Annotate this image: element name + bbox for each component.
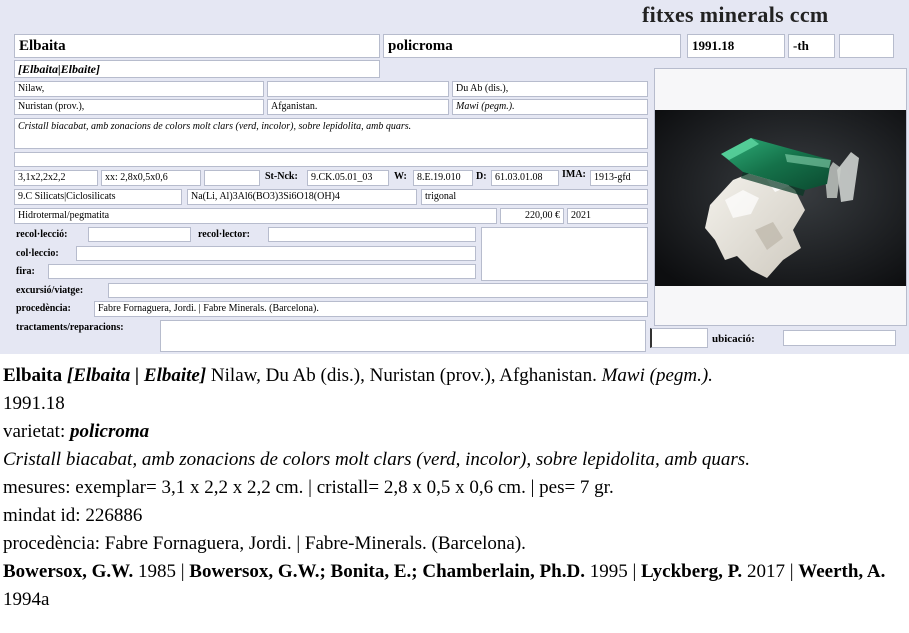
recol-lector-label: recol·lector: — [198, 229, 251, 240]
specimen-summary: Elbaita [Elbaita | Elbaite] Nilaw, Du Ab… — [3, 362, 903, 614]
deposit-field[interactable]: Mawi (pegm.). — [452, 99, 648, 115]
ref-separator: | — [627, 561, 642, 582]
ima-label: IMA: — [562, 169, 586, 180]
ref-author: Bowersox, G.W.; Bonita, E.; Chamberlain,… — [189, 561, 585, 582]
fira-label: fira: — [16, 266, 35, 277]
summary-description: Cristall biacabat, amb zonacions de colo… — [3, 449, 750, 470]
summary-locality: Nilaw, Du Ab (dis.), Nuristan (prov.), A… — [206, 365, 602, 386]
specimen-photo — [654, 68, 907, 326]
summary-procedencia: procedència: Fabre Fornaguera, Jordi. | … — [3, 533, 526, 554]
summary-synonyms: [Elbaita | Elbaite] — [66, 365, 207, 386]
classification-field[interactable]: 9.C Silicats|Ciclosilicats — [14, 189, 182, 205]
summary-mindat: mindat id: 226886 — [3, 505, 143, 526]
locality-field-2[interactable] — [267, 81, 449, 97]
variety-field[interactable]: policroma — [383, 34, 681, 58]
w-label: W: — [394, 171, 407, 182]
tractaments-label: tractaments/reparacions: — [16, 322, 124, 333]
summary-variety: policroma — [70, 421, 150, 442]
blank-row-field[interactable] — [14, 152, 648, 167]
country-field[interactable]: Afganistan. — [267, 99, 449, 115]
procedencia-label: procedència: — [16, 303, 71, 314]
summary-code: 1991.18 — [3, 393, 65, 414]
summary-line-1: Elbaita [Elbaita | Elbaite] Nilaw, Du Ab… — [3, 362, 903, 390]
ref-author: Weerth, A. — [798, 561, 886, 582]
ref-year: 1994a — [3, 589, 50, 610]
brand-title: fitxes minerals ccm — [642, 2, 829, 27]
mineral-record-form: fitxes minerals ccm Elbaita policroma 19… — [0, 0, 909, 354]
w-field[interactable]: 8.E.19.010 — [413, 170, 473, 186]
notes-box[interactable] — [481, 227, 648, 281]
excursio-label: excursió/viatge: — [16, 285, 84, 296]
district-field[interactable]: Du Ab (dis.), — [452, 81, 648, 97]
price-field[interactable]: 220,00 € — [500, 208, 564, 224]
locality-field-1[interactable]: Nilaw, — [14, 81, 264, 97]
summary-name: Elbaita — [3, 365, 63, 386]
size-field[interactable]: 3,1x2,2x2,2 — [14, 170, 98, 186]
ref-separator: | — [784, 561, 799, 582]
summary-variety-line: varietat: policroma — [3, 418, 903, 446]
ima-field[interactable]: 1913-gfd — [590, 170, 648, 186]
summary-variety-label: varietat: — [3, 421, 70, 442]
summary-references: Bowersox, G.W. 1985 | Bowersox, G.W.; Bo… — [3, 558, 903, 614]
recol-leccio-label: recol·lecció: — [16, 229, 68, 240]
year-field[interactable]: 2021 — [567, 208, 648, 224]
blank-cell-field[interactable] — [204, 170, 260, 186]
formula-field[interactable]: Na(Li, Al)3Al6(BO3)3Si6O18(OH)4 — [187, 189, 417, 205]
stnck-field[interactable]: 9.CK.05.01_03 — [307, 170, 389, 186]
ref-year: 1985 — [133, 561, 176, 582]
ref-author: Lyckberg, P. — [641, 561, 743, 582]
recol-lector-field[interactable] — [268, 227, 476, 242]
recol-leccio-field[interactable] — [88, 227, 191, 242]
summary-deposit: Mawi (pegm.). — [601, 365, 713, 386]
ubicacio-label: ubicació: — [712, 333, 755, 345]
mineral-specimen-icon — [655, 110, 906, 286]
code-field[interactable]: 1991.18 — [687, 34, 785, 58]
tractaments-field[interactable] — [160, 320, 646, 352]
suffix-field[interactable]: -th — [788, 34, 835, 58]
extra-field[interactable] — [839, 34, 894, 58]
crystal-system-field[interactable]: trigonal — [421, 189, 648, 205]
ref-year: 1995 — [584, 561, 628, 582]
procedencia-field[interactable]: Fabre Fornaguera, Jordi. | Fabre Mineral… — [94, 301, 648, 317]
crystal-size-field[interactable]: xx: 2,8x0,5x0,6 — [101, 170, 201, 186]
synonyms-field[interactable]: [Elbaita|Elbaite] — [14, 60, 380, 78]
province-field[interactable]: Nuristan (prov.), — [14, 99, 264, 115]
genesis-field[interactable]: Hidrotermal/pegmatita — [14, 208, 497, 224]
ref-year: 2017 — [742, 561, 785, 582]
d-label: D: — [476, 171, 487, 182]
fira-field[interactable] — [48, 264, 476, 279]
stnck-label: St-Nck: — [265, 171, 298, 182]
name-field[interactable]: Elbaita — [14, 34, 380, 58]
col-leccio-label: col·leccio: — [16, 248, 59, 259]
ubicacio-field[interactable] — [783, 330, 896, 346]
ref-author: Bowersox, G.W. — [3, 561, 134, 582]
summary-measures: mesures: exemplar= 3,1 x 2,2 x 2,2 cm. |… — [3, 477, 614, 498]
small-input-box[interactable] — [650, 328, 708, 348]
col-leccio-field[interactable] — [76, 246, 476, 261]
ref-separator: | — [175, 561, 190, 582]
description-field[interactable]: Cristall biacabat, amb zonacions de colo… — [14, 118, 648, 149]
d-field[interactable]: 61.03.01.08 — [491, 170, 559, 186]
excursio-field[interactable] — [108, 283, 648, 298]
